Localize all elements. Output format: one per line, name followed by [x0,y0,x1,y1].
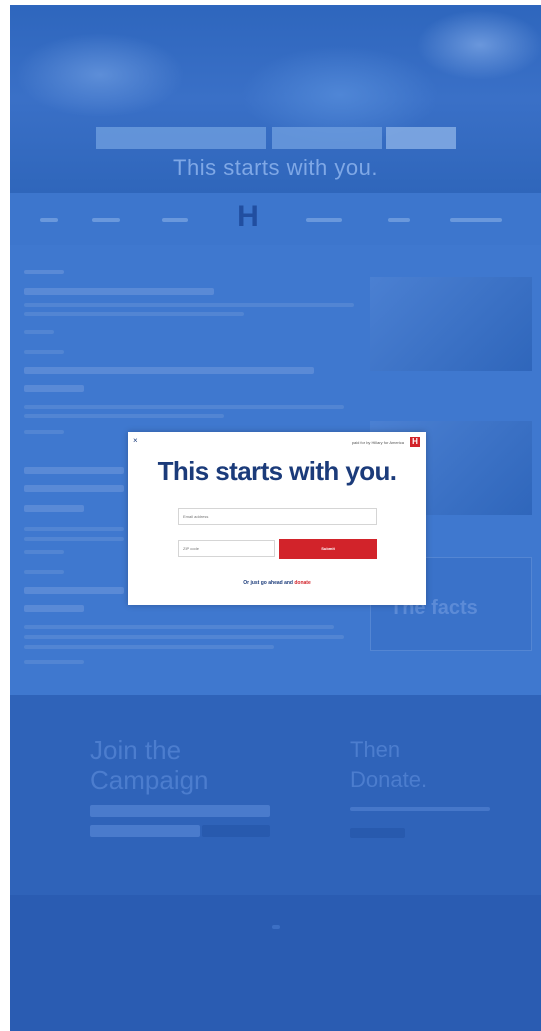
page: This starts with you. H The facts Join t… [0,0,541,1031]
text-line [24,645,274,649]
join-zip-field [90,825,200,837]
close-icon[interactable]: × [133,436,138,445]
text-line [24,587,124,594]
site-footer [10,895,541,1031]
text-line [24,312,244,316]
campaign-logo-icon: H [237,200,259,233]
signup-modal: × paid for by Hillary for America H This… [128,432,426,605]
article-thumbnail [370,277,532,371]
text-line [24,485,124,492]
paid-for-disclaimer: paid for by Hillary for America [351,440,404,445]
text-line [24,537,124,541]
text-line [24,350,64,354]
nav-item [306,218,342,222]
hero-title: This starts with you. [173,155,378,180]
join-title-line: Join the [90,735,182,765]
nav-item [388,218,410,222]
nav-item [40,218,58,222]
hero-banner: This starts with you. [10,5,541,193]
skip-message: Or just go ahead and donate [128,580,426,586]
text-line [24,570,64,574]
site-nav: H [10,193,541,245]
text-line [24,270,64,274]
text-line [24,367,314,374]
submit-button[interactable]: Submit [279,539,377,559]
text-line [24,635,344,639]
text-line [24,430,64,434]
hero-email-field [96,127,266,149]
join-section: Join the Campaign Then Donate. [10,695,541,895]
text-line [24,303,354,307]
footer-mark [272,925,280,929]
join-submit-button [202,825,270,837]
email-field[interactable] [178,508,377,525]
text-line [24,288,214,295]
join-title-line: Campaign [90,765,209,795]
skip-prefix: Or just go ahead and [243,580,295,586]
join-title: Join the Campaign [90,735,209,795]
campaign-logo-icon: H [410,437,420,447]
text-line [24,660,84,664]
text-line [24,605,84,612]
text-line [24,405,344,409]
donate-title: Then Donate. [350,735,427,795]
text-line [24,414,224,418]
text-line [24,385,84,392]
text-line [24,550,64,554]
text-line [24,625,334,629]
hero-zip-field [272,127,382,149]
donate-button [350,828,405,838]
text-line [24,505,84,512]
nav-item [92,218,120,222]
donate-title-line: Donate. [350,767,428,792]
modal-title: This starts with you. [157,456,397,486]
nav-item [162,218,188,222]
text-line [24,330,54,334]
donate-text-line [350,807,490,811]
join-email-field [90,805,270,817]
hero-submit-button [386,127,456,149]
donate-link[interactable]: donate [294,580,310,586]
donate-title-line: Then [350,737,401,762]
nav-item [450,218,502,222]
zip-field[interactable] [178,540,275,557]
text-line [24,467,124,474]
text-line [24,527,124,531]
